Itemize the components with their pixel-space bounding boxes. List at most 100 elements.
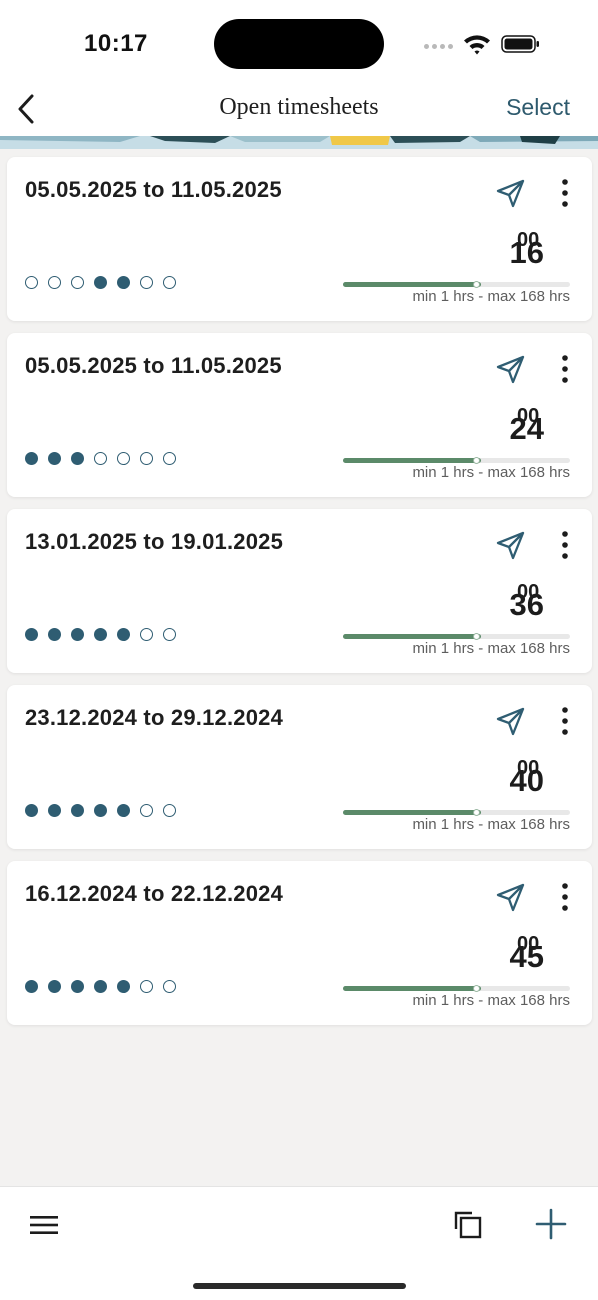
day-indicator-dot <box>163 452 176 465</box>
battery-icon <box>501 35 539 53</box>
copy-icon[interactable] <box>452 1209 484 1241</box>
day-indicator-dot <box>94 980 107 993</box>
hours-progress-bar <box>343 281 570 288</box>
timesheet-card[interactable]: 23.12.2024 to 29.12.2024 40 00 min 1 hrs - … <box>7 685 592 849</box>
send-icon[interactable] <box>495 529 527 561</box>
timesheet-date-range: 05.05.2025 to 11.05.2025 <box>25 353 282 378</box>
timesheet-date-range: 05.05.2025 to 11.05.2025 <box>25 177 282 202</box>
day-indicator-dot <box>117 452 130 465</box>
hours-progress-bar <box>343 809 570 816</box>
wifi-icon <box>464 35 490 55</box>
total-minutes: 00 <box>517 229 540 251</box>
hamburger-menu-icon[interactable] <box>28 1211 60 1239</box>
hours-limits-caption: min 1 hrs - max 168 hrs <box>412 640 570 657</box>
day-indicator-dot <box>163 628 176 641</box>
send-icon[interactable] <box>495 177 527 209</box>
day-indicator-dot <box>117 276 130 289</box>
status-bar: 10:17 <box>0 0 598 88</box>
day-indicator-dot <box>94 276 107 289</box>
screen: 10:17 Open timesheets Select 05.05.2025 … <box>0 0 598 1300</box>
navigation-bar: Open timesheets Select <box>0 88 598 136</box>
hours-progress-marker <box>473 985 481 992</box>
weekday-indicators <box>25 452 176 465</box>
more-options-icon[interactable] <box>553 881 577 913</box>
timesheet-date-range: 13.01.2025 to 19.01.2025 <box>25 529 284 554</box>
hours-progress-fill <box>343 282 482 287</box>
day-indicator-dot <box>71 276 84 289</box>
day-indicator-dot <box>140 628 153 641</box>
day-indicator-dot <box>71 804 84 817</box>
hours-progress-fill <box>343 458 482 463</box>
timesheet-card[interactable]: 16.12.2024 to 22.12.2024 45 00 min 1 hrs - … <box>7 861 592 1025</box>
total-minutes: 00 <box>517 405 540 427</box>
decorative-banner <box>0 136 598 149</box>
hours-progress-bar <box>343 457 570 464</box>
weekday-indicators <box>25 804 176 817</box>
timesheet-list: 05.05.2025 to 11.05.2025 16 00 min 1 hrs - … <box>7 157 592 1037</box>
day-indicator-dot <box>25 804 38 817</box>
day-indicator-dot <box>48 276 61 289</box>
hours-limits-caption: min 1 hrs - max 168 hrs <box>412 464 570 481</box>
total-minutes: 00 <box>517 933 540 955</box>
day-indicator-dot <box>117 628 130 641</box>
total-minutes: 00 <box>517 757 540 779</box>
more-options-icon[interactable] <box>553 529 577 561</box>
day-indicator-dot <box>94 452 107 465</box>
day-indicator-dot <box>25 452 38 465</box>
hours-progress-fill <box>343 634 482 639</box>
day-indicator-dot <box>140 980 153 993</box>
weekday-indicators <box>25 628 176 641</box>
day-indicator-dot <box>140 452 153 465</box>
day-indicator-dot <box>48 452 61 465</box>
hours-progress-fill <box>343 986 482 991</box>
timesheet-date-range: 16.12.2024 to 22.12.2024 <box>25 881 284 906</box>
day-indicator-dot <box>163 980 176 993</box>
day-indicator-dot <box>163 804 176 817</box>
more-options-icon[interactable] <box>553 177 577 209</box>
total-minutes: 00 <box>517 581 540 603</box>
day-indicator-dot <box>25 980 38 993</box>
dynamic-island <box>214 19 384 69</box>
hours-progress-marker <box>473 457 481 464</box>
send-icon[interactable] <box>495 705 527 737</box>
day-indicator-dot <box>25 276 38 289</box>
day-indicator-dot <box>48 980 61 993</box>
plus-icon[interactable] <box>534 1207 568 1241</box>
day-indicator-dot <box>94 628 107 641</box>
day-indicator-dot <box>48 628 61 641</box>
hours-progress-bar <box>343 633 570 640</box>
more-options-icon[interactable] <box>553 353 577 385</box>
hours-limits-caption: min 1 hrs - max 168 hrs <box>412 992 570 1009</box>
bottom-toolbar <box>0 1186 598 1300</box>
day-indicator-dot <box>94 804 107 817</box>
timesheet-date-range: 23.12.2024 to 29.12.2024 <box>25 705 284 730</box>
home-indicator <box>193 1283 406 1289</box>
day-indicator-dot <box>163 276 176 289</box>
select-button[interactable]: Select <box>506 94 570 121</box>
weekday-indicators <box>25 980 176 993</box>
status-time: 10:17 <box>84 30 148 57</box>
timesheet-card[interactable]: 05.05.2025 to 11.05.2025 24 00 min 1 hrs - … <box>7 333 592 497</box>
timesheet-card[interactable]: 05.05.2025 to 11.05.2025 16 00 min 1 hrs - … <box>7 157 592 321</box>
hours-limits-caption: min 1 hrs - max 168 hrs <box>412 816 570 833</box>
day-indicator-dot <box>25 628 38 641</box>
cellular-signal-icon <box>424 44 453 49</box>
day-indicator-dot <box>140 276 153 289</box>
send-icon[interactable] <box>495 353 527 385</box>
more-options-icon[interactable] <box>553 705 577 737</box>
hours-progress-marker <box>473 809 481 816</box>
day-indicator-dot <box>117 980 130 993</box>
day-indicator-dot <box>117 804 130 817</box>
hours-progress-bar <box>343 985 570 992</box>
day-indicator-dot <box>71 980 84 993</box>
hours-progress-fill <box>343 810 482 815</box>
hours-progress-marker <box>473 633 481 640</box>
timesheet-card[interactable]: 13.01.2025 to 19.01.2025 36 00 min 1 hrs - … <box>7 509 592 673</box>
hours-progress-marker <box>473 281 481 288</box>
send-icon[interactable] <box>495 881 527 913</box>
weekday-indicators <box>25 276 176 289</box>
day-indicator-dot <box>71 452 84 465</box>
hours-limits-caption: min 1 hrs - max 168 hrs <box>412 288 570 305</box>
day-indicator-dot <box>71 628 84 641</box>
day-indicator-dot <box>48 804 61 817</box>
